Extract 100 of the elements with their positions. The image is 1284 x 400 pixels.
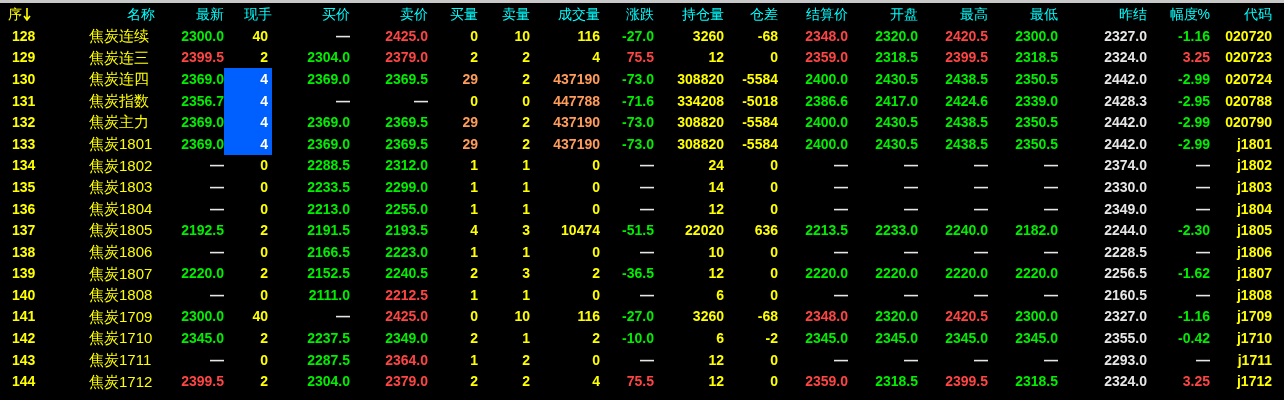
row-number: 128 — [12, 26, 36, 46]
table-cell-text: -1.16 — [1178, 307, 1210, 327]
column-header[interactable]: 卖价 — [400, 5, 428, 22]
column-header[interactable]: 昨结 — [1119, 5, 1147, 22]
table-cell-text: 0 — [470, 91, 478, 111]
contract-name[interactable]: 焦炭1712 — [89, 370, 153, 393]
contract-name[interactable]: 焦炭1802 — [89, 154, 153, 178]
table-cell-text: 2160.5 — [1104, 285, 1147, 305]
contract-name[interactable]: 焦炭1710 — [89, 327, 153, 350]
contract-name[interactable]: 焦炭指数 — [89, 89, 149, 113]
table-cell-text: 2255.0 — [385, 199, 428, 219]
table-cell-text: 2399.5 — [945, 372, 988, 392]
table-cell-text: 0 — [770, 48, 778, 68]
table-cell-text: 2228.5 — [1104, 242, 1147, 262]
table-cell-text: 2 — [522, 350, 530, 370]
contract-name[interactable]: 焦炭1709 — [89, 305, 153, 329]
table-cell-text: — — [414, 91, 428, 111]
column-header[interactable]: 涨跌 — [626, 5, 654, 22]
table-cell-text: 1 — [470, 350, 478, 370]
table-cell-text: 1 — [522, 285, 530, 305]
column-header[interactable]: 仓差 — [750, 5, 778, 22]
table-cell-text: — — [210, 177, 224, 197]
table-cell-text: 2425.0 — [385, 307, 428, 327]
contract-name[interactable]: 焦炭连续 — [89, 25, 149, 48]
contract-name[interactable]: 焦炭1711 — [89, 348, 152, 372]
table-cell-text: — — [834, 156, 848, 176]
table-cell-text: — — [210, 199, 224, 219]
table-cell-text: 6 — [716, 285, 724, 305]
column-header[interactable]: 序 — [8, 3, 22, 25]
table-cell-text: 2166.5 — [307, 242, 350, 262]
column-header[interactable]: 卖量 — [502, 5, 530, 22]
table-cell-text: 2369.0 — [307, 113, 350, 133]
table-cell-text: 2350.5 — [1015, 69, 1058, 89]
highlighted-cell[interactable]: 4 — [224, 68, 272, 91]
column-header[interactable]: 幅度% — [1169, 5, 1210, 22]
table-cell-text: 2417.0 — [875, 91, 918, 111]
contract-name[interactable]: 焦炭1807 — [89, 262, 153, 286]
table-cell-text: 12 — [708, 372, 724, 392]
table-cell-text: — — [1196, 350, 1210, 370]
contract-name[interactable]: 焦炭主力 — [89, 111, 149, 134]
table-cell-text: 2424.6 — [945, 91, 988, 111]
table-cell-text: 0 — [470, 307, 478, 327]
table-cell-text: 2 — [522, 48, 530, 68]
table-cell-text: 2 — [260, 264, 268, 284]
contract-name[interactable]: 焦炭1806 — [89, 240, 153, 264]
column-header[interactable]: 买价 — [322, 5, 350, 22]
table-cell-text: 2 — [522, 372, 530, 392]
table-cell-text: 2193.5 — [385, 221, 428, 241]
table-cell-text: 020720 — [1225, 26, 1272, 46]
contract-name[interactable]: 焦炭1801 — [89, 132, 153, 156]
highlighted-cell[interactable]: 4 — [224, 111, 272, 134]
column-header[interactable]: 买量 — [450, 5, 478, 22]
column-header[interactable]: 开盘 — [890, 5, 918, 22]
column-header[interactable]: 结算价 — [806, 5, 848, 22]
table-cell-text: -2.30 — [1178, 221, 1210, 241]
row-number: 134 — [12, 156, 36, 176]
table-cell-text: — — [210, 156, 224, 176]
column-header[interactable]: 持仓量 — [682, 5, 724, 22]
contract-name[interactable]: 焦炭1804 — [89, 197, 153, 221]
table-cell-text: 0 — [522, 91, 530, 111]
contract-name[interactable]: 焦炭连四 — [89, 68, 149, 91]
column-header[interactable]: 最高 — [960, 5, 988, 22]
table-cell-text: 2244.0 — [1104, 221, 1147, 241]
table-cell-text: -2.95 — [1178, 91, 1210, 111]
column-header[interactable]: 现手 — [244, 5, 272, 22]
column-header[interactable]: 代码 — [1244, 5, 1272, 22]
table-cell-text: j1803 — [1236, 177, 1272, 197]
column-header[interactable]: 最低 — [1030, 5, 1058, 22]
table-cell-text: 2379.0 — [385, 372, 428, 392]
table-cell-text: 0 — [770, 350, 778, 370]
table-cell-text: — — [1196, 177, 1210, 197]
table-cell-text: -73.0 — [622, 134, 654, 154]
table-cell-text: 2318.5 — [875, 48, 918, 68]
table-cell-text: 2369.0 — [181, 113, 224, 133]
table-cell-text: 75.5 — [626, 372, 654, 392]
table-cell-text: 2 — [522, 69, 530, 89]
table-cell-text: 2345.0 — [1015, 329, 1058, 349]
table-cell-text: 3 — [522, 221, 530, 241]
table-cell-text: 1 — [470, 199, 478, 219]
table-cell-text: 1 — [522, 199, 530, 219]
contract-name[interactable]: 焦炭连三 — [89, 46, 149, 70]
table-cell-text: 3260 — [692, 26, 724, 46]
table-cell-text: 2430.5 — [875, 69, 918, 89]
table-cell-text: 2430.5 — [875, 113, 918, 133]
column-header[interactable]: 成交量 — [558, 5, 600, 22]
table-cell-text: 2350.5 — [1015, 134, 1058, 154]
contract-name[interactable]: 焦炭1803 — [89, 176, 153, 199]
contract-name[interactable]: 焦炭1808 — [89, 284, 153, 307]
table-cell-text: — — [974, 199, 988, 219]
contract-name[interactable]: 焦炭1805 — [89, 219, 153, 242]
table-cell-text: 020723 — [1225, 48, 1272, 68]
table-cell-text: — — [1044, 285, 1058, 305]
table-cell-text: 636 — [754, 221, 778, 241]
table-cell-text: 4 — [260, 69, 268, 89]
table-cell-text: j1804 — [1236, 199, 1272, 219]
row-number: 137 — [12, 221, 36, 241]
column-header[interactable]: 最新 — [196, 5, 224, 22]
row-number: 138 — [12, 242, 36, 262]
column-header[interactable]: 名称 — [127, 5, 155, 22]
highlighted-cell[interactable]: 4 — [224, 132, 272, 156]
